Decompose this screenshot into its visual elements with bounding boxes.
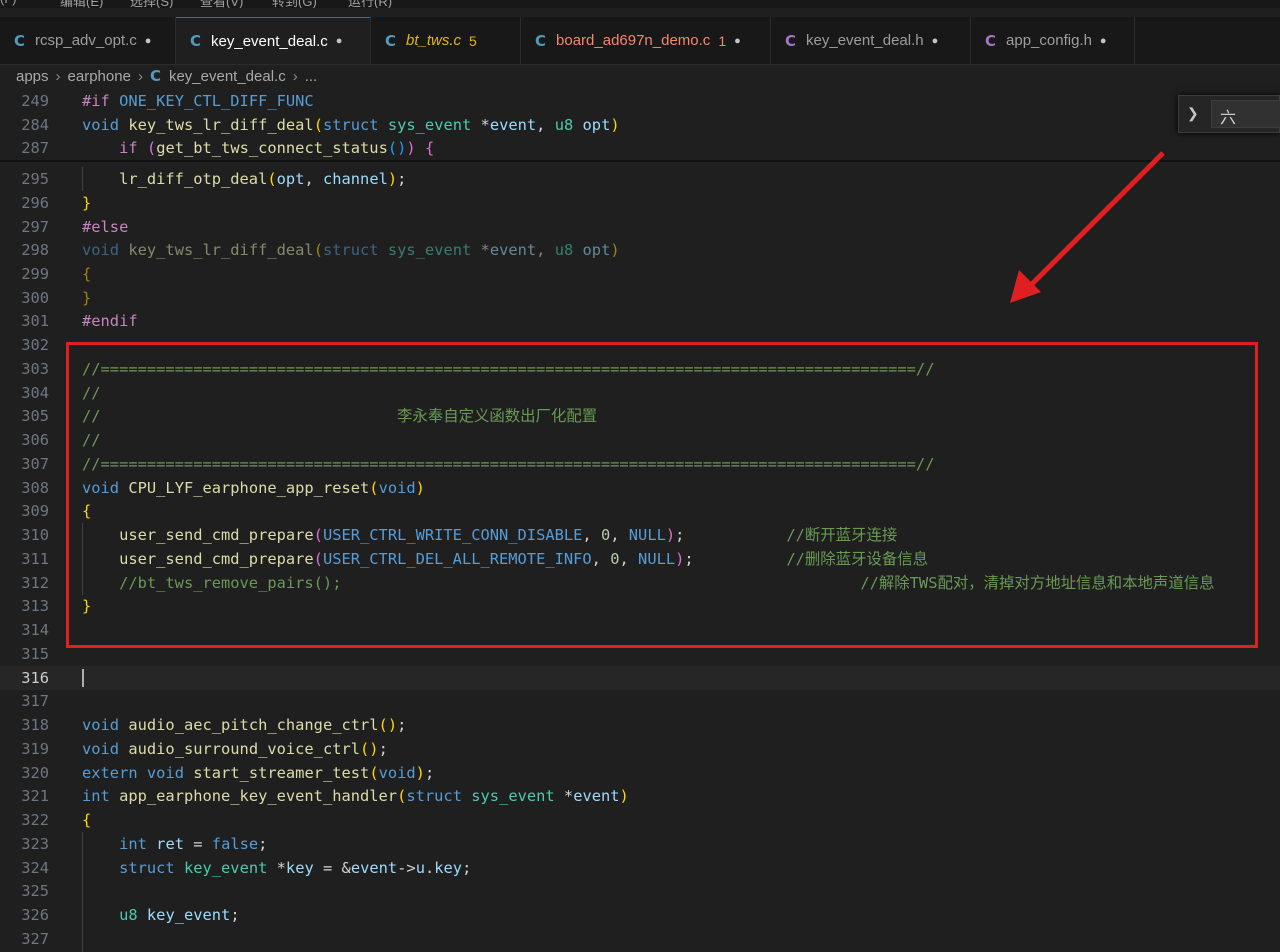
annotation-arrow-icon — [1010, 151, 1165, 303]
